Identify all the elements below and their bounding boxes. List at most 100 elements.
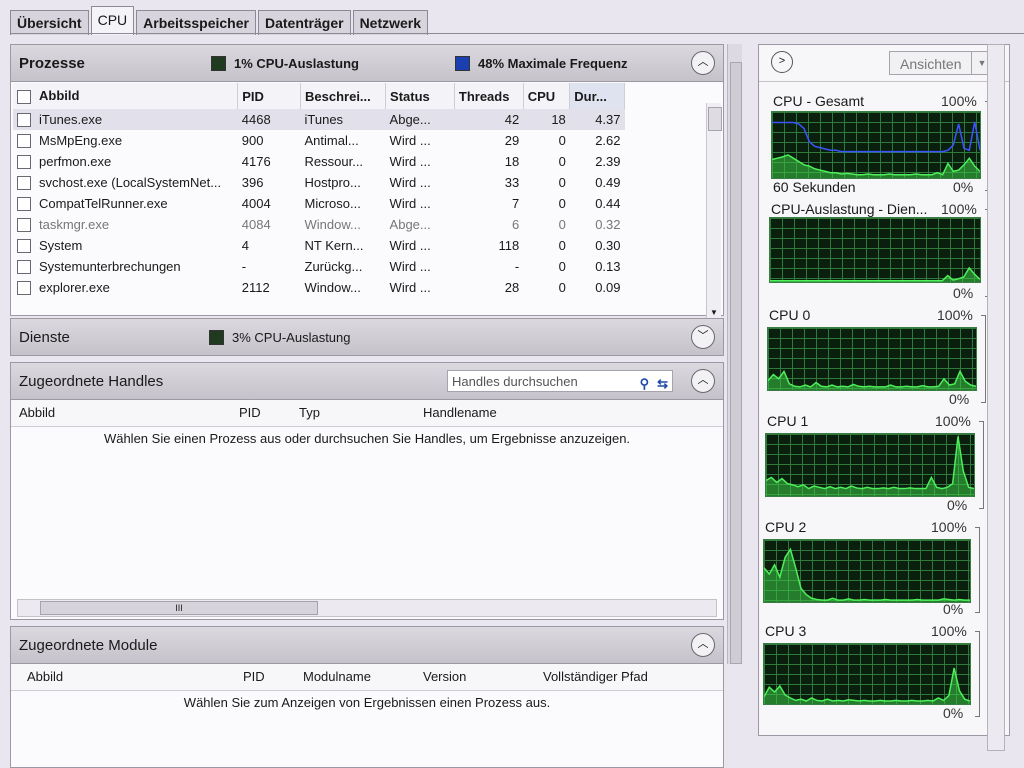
expand-services-button[interactable]: ﹀ (691, 325, 715, 349)
handles-horizontal-scrollbar[interactable]: III (17, 599, 717, 617)
max-frequency-legend: 48% Maximale Frequenz (455, 55, 628, 71)
process-row[interactable]: Systemunterbrechungen - Zurückg... Wird ...… (13, 256, 625, 277)
process-row[interactable]: iTunes.exe 4468 iTunes Abge... 42 18 4.37 (13, 109, 625, 130)
graph-title: CPU - Gesamt (773, 93, 865, 109)
column-description[interactable]: Beschrei... (300, 83, 387, 109)
handles-scroll-thumb[interactable]: III (40, 601, 318, 615)
process-checkbox[interactable] (17, 218, 31, 233)
process-row[interactable]: MsMpEng.exe 900 Antimal... Wird ... 29 0 2.62 (13, 130, 625, 151)
process-checkbox[interactable] (17, 260, 31, 275)
process-description: Window... (304, 217, 361, 232)
process-pid: 396 (241, 175, 264, 190)
column-pid[interactable]: PID (237, 83, 302, 109)
column-threads[interactable]: Threads (454, 83, 524, 109)
process-name[interactable]: MsMpEng.exe (13, 130, 238, 151)
views-dropdown[interactable]: Ansichten ▼ (889, 51, 993, 75)
process-checkbox[interactable] (17, 134, 31, 149)
collapse-modules-button[interactable]: ︿ (691, 633, 715, 657)
process-name[interactable]: svchost.exe (LocalSystemNet... (13, 172, 238, 193)
tab-network[interactable]: Netzwerk (352, 10, 429, 35)
graph-bracket (975, 527, 980, 613)
process-name[interactable]: CompatTelRunner.exe (13, 193, 238, 214)
process-threads: 18 (504, 154, 520, 169)
handles-column-type[interactable]: Typ (299, 405, 320, 420)
process-row[interactable]: CompatTelRunner.exe 4004 Microso... Wird ..… (13, 193, 625, 214)
collapse-handles-button[interactable]: ︿ (691, 369, 715, 393)
refresh-icon[interactable]: ⇆ (657, 373, 668, 395)
process-threads: 42 (454, 109, 524, 130)
main-scrollbar[interactable] (727, 44, 742, 664)
modules-column-version[interactable]: Version (423, 669, 466, 684)
process-checkbox[interactable] (17, 197, 31, 212)
handles-column-pid[interactable]: PID (239, 405, 261, 420)
tab-disk[interactable]: Datenträger (257, 10, 351, 35)
process-name[interactable]: perfmon.exe (13, 151, 238, 172)
process-status: Wird ... (389, 154, 431, 169)
graph-min-label: 0% (943, 705, 964, 721)
modules-column-full-path[interactable]: Vollständiger Pfad (543, 669, 648, 684)
collapse-processes-button[interactable]: ︿ (691, 51, 715, 75)
process-name[interactable]: System (13, 235, 238, 256)
modules-column-header: Abbild PID Modulname Version Vollständig… (11, 664, 723, 691)
services-header[interactable]: Dienste 3% CPU-Auslastung ﹀ (11, 319, 723, 355)
handles-search-input[interactable]: Handles durchsuchen ⚲ ⇆ (447, 370, 673, 392)
modules-header[interactable]: Zugeordnete Module ︿ (11, 627, 723, 664)
process-name[interactable]: explorer.exe (13, 277, 238, 298)
process-status: Abge... (385, 109, 455, 130)
column-average-cpu[interactable]: Dur... (569, 83, 625, 109)
process-table: Abbild PID Beschrei... Status Threads CP… (13, 83, 625, 298)
modules-column-module-name[interactable]: Modulname (303, 669, 371, 684)
process-cpu: 0 (558, 133, 566, 148)
processes-header[interactable]: Prozesse 1% CPU-Auslastung 48% Maximale … (11, 45, 723, 82)
graph-line (766, 436, 974, 488)
process-row[interactable]: System 4 NT Kern... Wird ... 118 0 0.30 (13, 235, 625, 256)
process-row[interactable]: taskmgr.exe 4084 Window... Abge... 6 0 0.32 (13, 214, 625, 235)
tab-cpu[interactable]: CPU (90, 6, 135, 35)
expand-panel-icon[interactable]: > (771, 51, 793, 73)
process-name[interactable]: taskmgr.exe (13, 214, 238, 235)
graph-bracket (981, 315, 986, 403)
tab-divider (10, 33, 1024, 34)
cpu-graph (771, 111, 981, 179)
process-checkbox[interactable] (17, 113, 31, 128)
graph-bracket (975, 631, 980, 717)
cpu-graph (763, 539, 971, 603)
process-row[interactable]: explorer.exe 2112 Window... Wird ... 28 0 0.09 (13, 277, 625, 298)
process-average-cpu: 0.09 (595, 280, 621, 295)
graph-area (764, 549, 970, 602)
process-description: iTunes (300, 109, 386, 130)
process-pid: 4176 (241, 154, 271, 169)
process-threads: 28 (504, 280, 520, 295)
search-icon[interactable]: ⚲ (640, 373, 650, 395)
process-checkbox[interactable] (17, 239, 31, 254)
tab-memory[interactable]: Arbeitsspeicher (136, 10, 256, 35)
process-average-cpu: 0.13 (595, 259, 621, 274)
process-name[interactable]: iTunes.exe (13, 109, 238, 130)
column-image[interactable]: Abbild (13, 83, 239, 109)
handles-column-image[interactable]: Abbild (19, 405, 55, 420)
process-checkbox[interactable] (17, 176, 31, 191)
handles-column-name[interactable]: Handlename (423, 405, 497, 420)
tab-overview[interactable]: Übersicht (10, 10, 89, 35)
column-cpu[interactable]: CPU (523, 83, 571, 109)
process-threads: 6 (512, 217, 520, 232)
process-name[interactable]: Systemunterbrechungen (13, 256, 238, 277)
services-title: Dienste (19, 328, 70, 346)
handles-header[interactable]: Zugeordnete Handles Handles durchsuchen … (11, 363, 723, 400)
modules-column-pid[interactable]: PID (243, 669, 265, 684)
graphs-scrollbar[interactable] (987, 44, 1005, 751)
graph-line (772, 122, 980, 152)
select-all-checkbox[interactable] (17, 89, 31, 104)
process-threads: - (514, 259, 520, 274)
process-row[interactable]: perfmon.exe 4176 Ressour... Wird ... 18 0 2.39 (13, 151, 625, 172)
process-pid: 900 (241, 133, 264, 148)
process-checkbox[interactable] (17, 155, 31, 170)
modules-column-image[interactable]: Abbild (27, 669, 63, 684)
process-table-scrollbar[interactable]: ▼ (706, 103, 722, 319)
column-status[interactable]: Status (385, 83, 455, 109)
process-checkbox[interactable] (17, 281, 31, 296)
process-status: Wird ... (389, 280, 431, 295)
process-row[interactable]: svchost.exe (LocalSystemNet... 396 Hostpro… (13, 172, 625, 193)
graph-area (770, 267, 980, 282)
process-threads: 33 (504, 175, 520, 190)
